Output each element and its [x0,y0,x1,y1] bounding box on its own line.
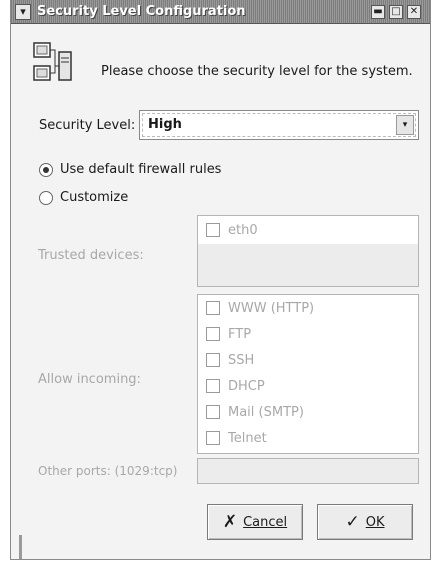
list-item[interactable]: SSH [198,347,418,373]
ok-check-icon: ✓ [345,512,360,532]
radio-default-firewall[interactable]: Use default firewall rules [39,162,221,177]
device-label: eth0 [228,222,258,238]
ok-label: OK [365,514,385,530]
service-label: Telnet [228,430,267,446]
checkbox[interactable] [206,405,220,419]
radio-button[interactable] [39,162,53,177]
maximize-icon[interactable]: □ [389,5,403,19]
close-icon[interactable]: ✕ [407,5,421,19]
service-label: Mail (SMTP) [228,404,304,420]
cancel-x-icon: ✗ [222,512,238,532]
checkbox[interactable] [206,301,220,315]
list-item[interactable]: FTP [198,321,418,347]
ok-button[interactable]: ✓ OK [317,504,413,540]
checkbox[interactable] [206,431,220,445]
service-label: WWW (HTTP) [228,300,315,316]
service-label: FTP [228,326,252,342]
window-menu-icon[interactable]: ▾ [15,4,31,20]
checkbox[interactable] [206,327,220,341]
other-ports-label: Other ports: (1029:tcp) [38,464,178,478]
service-label: SSH [228,352,255,368]
header-instructions: Please choose the security level for the… [101,64,413,79]
computer-network-icon [33,42,72,81]
checkbox[interactable] [206,353,220,367]
list-item[interactable]: eth0 [198,216,418,244]
security-level-select[interactable]: High ▾ [139,110,419,140]
allow-incoming-label: Allow incoming: [38,372,141,387]
minimize-icon[interactable]: ▬ [371,5,385,19]
service-label: DHCP [228,378,265,394]
allow-incoming-list[interactable]: WWW (HTTP) FTP SSH DHCP Mail (SMTP) Teln… [197,294,419,454]
radio-label: Customize [60,190,129,205]
trusted-devices-list[interactable]: eth0 [197,215,419,287]
chevron-down-icon[interactable]: ▾ [396,115,414,135]
trusted-devices-label: Trusted devices: [38,248,144,263]
checkbox[interactable] [206,223,220,237]
security-level-value: High [148,117,182,132]
radio-label: Use default firewall rules [60,162,222,177]
list-item[interactable]: DHCP [198,373,418,399]
checkbox[interactable] [206,379,220,393]
security-config-window: ▾ Security Level Configuration ▬ □ ✕ Ple… [10,0,431,560]
radio-button[interactable] [39,190,53,205]
list-item[interactable]: Telnet [198,425,418,451]
cancel-button[interactable]: ✗ Cancel [207,504,303,540]
cancel-label: Cancel [243,514,288,530]
other-ports-input[interactable] [197,458,419,484]
radio-customize[interactable]: Customize [39,190,128,205]
list-item[interactable]: WWW (HTTP) [198,295,418,321]
list-item[interactable]: Mail (SMTP) [198,399,418,425]
title-bar[interactable]: ▾ Security Level Configuration ▬ □ ✕ [11,0,430,24]
window-title: Security Level Configuration [37,4,246,19]
resize-grip[interactable] [19,535,22,559]
security-level-label: Security Level: [39,118,136,133]
